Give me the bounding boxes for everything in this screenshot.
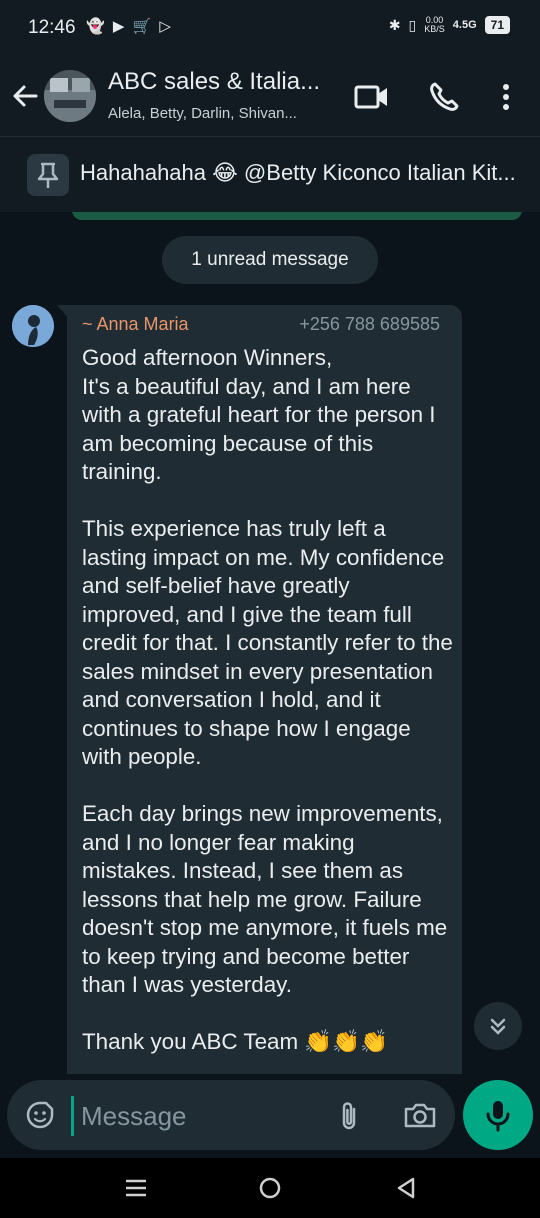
- recents-icon[interactable]: [124, 1176, 148, 1200]
- bluetooth-icon: ✱: [388, 16, 401, 33]
- sticker-emoji-icon[interactable]: [25, 1100, 55, 1130]
- scroll-to-bottom-button[interactable]: [474, 1002, 522, 1050]
- chat-area[interactable]: 1 unread message ~ Anna Maria +256 788 6…: [0, 212, 540, 1074]
- system-back-icon[interactable]: [394, 1176, 418, 1200]
- message-text: Good afternoon Winners, It's a beautiful…: [82, 345, 453, 1054]
- sender-name[interactable]: ~ Anna Maria: [82, 314, 189, 335]
- previous-message-bubble: [72, 212, 522, 220]
- vibrate-icon: ▯: [408, 16, 417, 33]
- back-arrow-icon[interactable]: [10, 78, 40, 114]
- pinned-message-text: Hahahahaha 😂 @Betty Kiconco Italian Kit.…: [80, 160, 516, 185]
- battery-indicator: 71: [484, 16, 510, 34]
- message-input[interactable]: [79, 1092, 323, 1140]
- status-time: 12:46: [28, 17, 76, 38]
- text-caret: [71, 1096, 74, 1136]
- home-icon[interactable]: [258, 1176, 282, 1200]
- attachment-paperclip-icon[interactable]: [337, 1100, 361, 1132]
- microphone-button[interactable]: [463, 1080, 533, 1150]
- sender-avatar[interactable]: [12, 305, 54, 347]
- microphone-icon: [486, 1101, 510, 1132]
- message-bubble[interactable]: ~ Anna Maria +256 788 689585 Good aftern…: [67, 305, 462, 1074]
- status-bar: 12:46 👻 ▶ 🛒 ▷ ✱ ▯ 0.00 KB/S 4.5G 71: [0, 0, 540, 58]
- system-navigation-bar: [0, 1158, 540, 1218]
- more-options-icon[interactable]: [496, 82, 516, 112]
- signal-strength: 4.5G: [452, 19, 477, 31]
- pin-icon: [27, 154, 69, 196]
- chat-header: ABC sales & Italia... Alela, Betty, Darl…: [0, 58, 540, 136]
- voice-call-icon[interactable]: [428, 78, 460, 114]
- network-speed: 0.00 KB/S: [424, 16, 445, 34]
- pinned-message-bar[interactable]: Hahahahaha 😂 @Betty Kiconco Italian Kit.…: [0, 136, 540, 213]
- group-members[interactable]: Alela, Betty, Darlin, Shivan...: [108, 105, 297, 122]
- sender-phone: +256 788 689585: [299, 314, 440, 334]
- group-title[interactable]: ABC sales & Italia...: [108, 68, 320, 96]
- video-call-icon[interactable]: [354, 80, 390, 114]
- network-speed-unit: KB/S: [424, 24, 445, 34]
- message-composer: [7, 1080, 455, 1150]
- group-avatar[interactable]: [44, 70, 96, 122]
- notification-icons: 👻 ▶ 🛒 ▷: [86, 18, 173, 35]
- status-indicators: ✱ ▯ 0.00 KB/S 4.5G 71: [389, 16, 510, 34]
- unread-messages-divider: 1 unread message: [162, 236, 378, 284]
- camera-icon[interactable]: [403, 1100, 437, 1130]
